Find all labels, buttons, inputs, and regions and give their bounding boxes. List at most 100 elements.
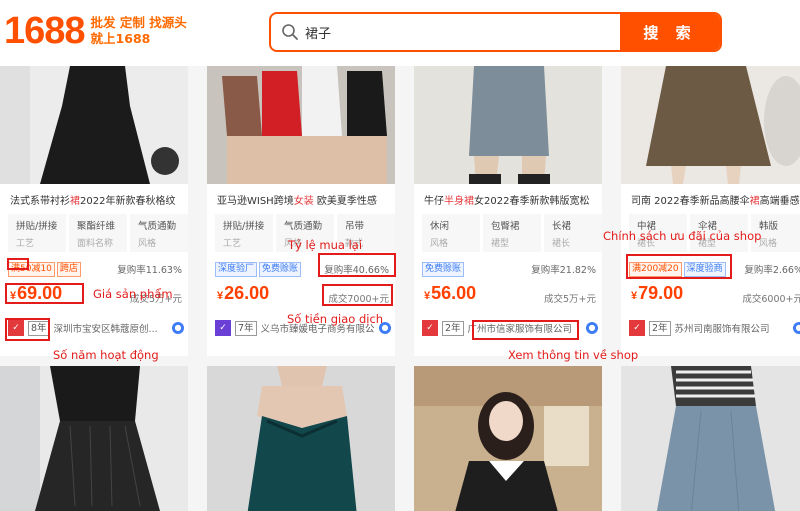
slogan-line-2: 就上1688 — [90, 31, 151, 46]
product-card[interactable]: 牛仔半身裙女2022春季新款韩版宽松 休闲 风格 包臀裙 裙型 长裙 裙长 免费赊账 复购率21… — [414, 66, 602, 356]
shop-badge-icon: ✓ — [422, 320, 438, 336]
price-value: 26.00 — [224, 283, 270, 303]
product-image[interactable] — [414, 66, 602, 184]
shop-badge-icon: ✓ — [629, 320, 645, 336]
product-attribute: 聚酯纤维 面料名称 — [69, 214, 127, 252]
product-title[interactable]: 亚马逊WISH跨境女装 欧美夏季性感 — [217, 192, 395, 207]
repurchase-rate: 复购率2.66% — [744, 265, 800, 276]
chat-icon[interactable]: ● — [586, 322, 598, 334]
product-image[interactable] — [0, 66, 188, 184]
note-repurchase: Tỷ lệ mua lại — [288, 238, 363, 252]
attribute-key: 裙长 — [552, 239, 571, 249]
attribute-value: 聚酯纤维 — [77, 221, 116, 232]
product-attribute: 包臀裙 裙型 — [483, 214, 541, 252]
product-image — [621, 366, 800, 511]
product-image[interactable] — [621, 66, 800, 184]
shop-years-badge: 2年 — [649, 320, 671, 336]
product-attribute: 气质通勤 风格 — [130, 214, 188, 252]
search-button[interactable]: 搜 索 — [620, 14, 720, 50]
repurchase-rate: 复购率21.82% — [531, 265, 596, 276]
title-part: 高端垂感 — [759, 196, 800, 207]
volume-box — [322, 284, 393, 306]
shop-info[interactable]: ✓ 2年 苏州司南服饰有限公司 ● — [629, 320, 800, 336]
price-value: 56.00 — [431, 283, 477, 303]
title-part: 欧美夏季性感 — [313, 196, 377, 207]
note-promo: Chính sách ưu đãi của shop — [603, 229, 762, 243]
product-attribute: 休闲 风格 — [422, 214, 480, 252]
transaction-volume: 成交6000+元 — [742, 294, 800, 305]
slogan-line-1: 批发 定制 找源头 — [90, 15, 187, 30]
product-card[interactable]: 法式系带衬衫裙2022年新款春秋格纹 拼贴/拼接 工艺 聚酯纤维 面料名称 气质通勤 风格满… — [0, 66, 188, 356]
search-icon — [282, 24, 298, 40]
product-image — [0, 366, 188, 511]
product-attribute: 拼贴/拼接工艺 — [215, 214, 273, 252]
header: 1688 批发 定制 找源头 就上1688 搜 索 — [0, 0, 800, 66]
currency-symbol: ¥ — [424, 290, 431, 302]
product-title[interactable]: 法式系带衬衫裙2022年新款春秋格纹 — [10, 192, 188, 207]
logo-1688[interactable]: 1688 批发 定制 找源头 就上1688 — [4, 8, 187, 54]
repurchase-box — [318, 253, 396, 277]
attribute-key: 风格 — [430, 239, 449, 249]
title-highlight: 半身裙 — [444, 196, 474, 207]
chat-icon[interactable]: ● — [172, 322, 184, 334]
shop-years-badge: 2年 — [442, 320, 464, 336]
product-title[interactable]: 牛仔半身裙女2022春季新款韩版宽松 — [424, 192, 602, 207]
title-part: 司南 2022春季新品高腰伞 — [631, 196, 750, 207]
product-card[interactable]: 司南 2022春季新品高腰伞裙高端垂感 中裙 裙长 伞裙 裙型 韩版 风格 满200减20 深度… — [621, 66, 800, 356]
search-input[interactable] — [305, 20, 605, 44]
price-box — [5, 283, 84, 304]
title-highlight: 裙 — [70, 196, 80, 207]
note-volume: Số tiền giao dịch — [287, 312, 384, 326]
product-attribute: 长裙 裙长 — [544, 214, 602, 252]
note-shop: Xem thông tin về shop — [508, 348, 639, 362]
attribute-key: 风格 — [138, 239, 157, 249]
promo-tag[interactable]: 深度验厂 — [215, 262, 258, 277]
note-price: Giá sản phẩm — [93, 287, 173, 301]
repurchase-rate: 复购率11.63% — [117, 265, 182, 276]
product-attribute: 拼贴/拼接 工艺 — [8, 214, 66, 252]
promo-box-card1 — [7, 258, 29, 270]
logo-slogan: 批发 定制 找源头 就上1688 — [91, 15, 187, 47]
attribute-value: 吊带 — [345, 221, 365, 232]
title-part: 亚马逊WISH跨境 — [217, 196, 294, 207]
promo-tags: 深度验厂 免费赊账 — [215, 262, 302, 277]
product-title[interactable]: 司南 2022春季新品高腰伞裙高端垂感 — [631, 192, 800, 207]
title-part: 牛仔 — [424, 196, 444, 207]
price-value: 79.00 — [638, 283, 684, 303]
product-image — [207, 366, 395, 511]
years-box — [5, 318, 50, 341]
title-part: 2022年新款春秋格纹 — [80, 196, 176, 207]
shop-years-badge: 7年 — [235, 320, 257, 336]
shop-box — [472, 320, 579, 340]
product-card[interactable] — [414, 366, 602, 511]
title-highlight: 女装 — [293, 196, 314, 207]
search-bar: 搜 索 — [269, 12, 722, 52]
currency-symbol: ¥ — [631, 290, 638, 302]
attribute-key: 工艺 — [223, 239, 242, 249]
shop-name-link[interactable]: 苏州司南服饰有限公司 — [675, 321, 789, 335]
attribute-key: 风格 — [759, 239, 778, 249]
product-card[interactable] — [207, 366, 395, 511]
shop-name-link[interactable]: 深圳市宝安区韩蔻原创... — [54, 321, 168, 335]
product-attributes: 拼贴/拼接 工艺 聚酯纤维 面料名称 气质通勤风格 — [8, 214, 188, 252]
attribute-value: 气质通勤 — [138, 221, 177, 232]
logo-number: 1688 — [4, 9, 86, 52]
promo-tag[interactable]: 跨店 — [56, 262, 81, 277]
attribute-key: 工艺 — [16, 239, 35, 249]
title-part: 法式系带衬衫 — [10, 196, 70, 207]
product-image — [414, 366, 602, 511]
product-card[interactable] — [0, 366, 188, 511]
attribute-key: 裙型 — [491, 239, 510, 249]
product-image[interactable] — [207, 66, 395, 184]
chat-icon[interactable]: ● — [793, 322, 800, 334]
title-part: 女2022春季新款韩版宽松 — [474, 196, 590, 207]
currency-symbol: ¥ — [217, 290, 224, 302]
promo-tag[interactable]: 免费赊账 — [259, 262, 302, 277]
promo-tag[interactable]: 免费赊账 — [422, 262, 465, 277]
attribute-value: 韩版 — [759, 221, 779, 232]
attribute-value: 包臀裙 — [491, 221, 520, 232]
product-card[interactable] — [621, 366, 800, 511]
transaction-volume: 成交5万+元 — [543, 294, 596, 305]
attribute-value: 拼贴/拼接 — [223, 221, 265, 232]
attribute-value: 长裙 — [552, 221, 572, 232]
